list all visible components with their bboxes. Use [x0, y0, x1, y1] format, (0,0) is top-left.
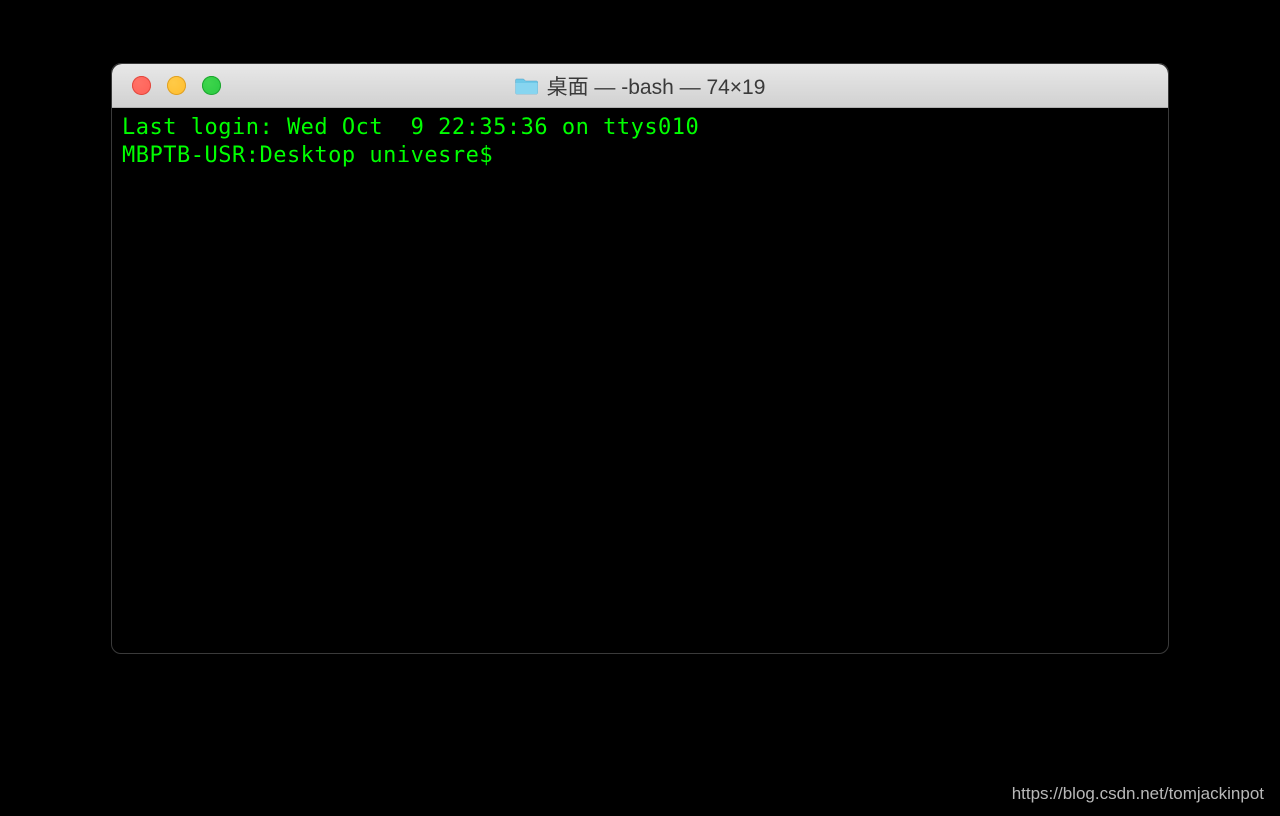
- maximize-button[interactable]: [202, 76, 221, 95]
- close-button[interactable]: [132, 76, 151, 95]
- terminal-output-line: Last login: Wed Oct 9 22:35:36 on ttys01…: [122, 114, 1158, 142]
- minimize-button[interactable]: [167, 76, 186, 95]
- terminal-prompt-line: MBPTB-USR:Desktop univesre$: [122, 142, 1158, 170]
- terminal-cursor: [507, 144, 521, 168]
- folder-icon: [515, 76, 539, 96]
- terminal-window: 桌面 — -bash — 74×19 Last login: Wed Oct 9…: [111, 63, 1169, 654]
- window-title-container: 桌面 — -bash — 74×19: [515, 71, 766, 101]
- watermark-text: https://blog.csdn.net/tomjackinpot: [1012, 784, 1264, 804]
- window-title: 桌面 — -bash — 74×19: [547, 71, 766, 101]
- terminal-body[interactable]: Last login: Wed Oct 9 22:35:36 on ttys01…: [112, 108, 1168, 175]
- title-bar[interactable]: 桌面 — -bash — 74×19: [112, 64, 1168, 108]
- terminal-prompt: MBPTB-USR:Desktop univesre$: [122, 143, 507, 168]
- traffic-lights: [112, 76, 221, 95]
